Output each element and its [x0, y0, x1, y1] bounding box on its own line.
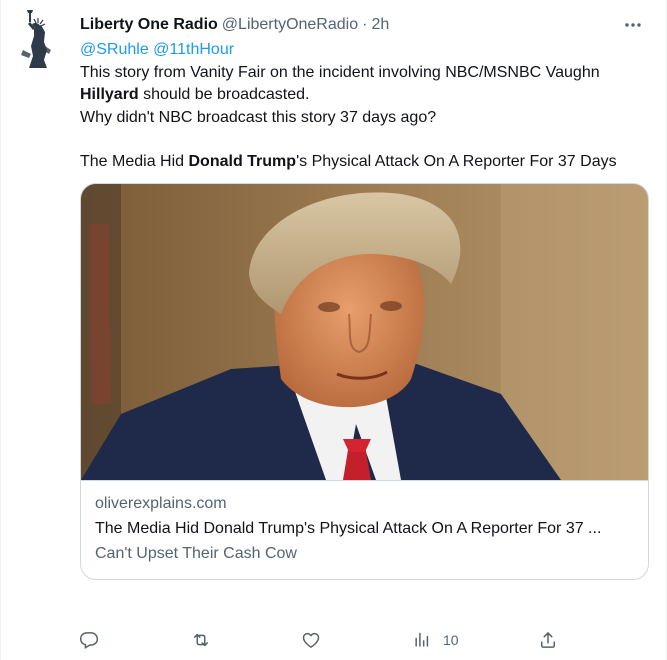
retweet-button[interactable]: [191, 626, 211, 654]
link-card[interactable]: oliverexplains.com The Media Hid Donald …: [80, 182, 649, 580]
retweet-icon: [194, 633, 208, 647]
tweet-line-4-pre: The Media Hid: [80, 153, 189, 170]
tweet-line-4: The Media Hid Donald Trump's Physical At…: [80, 151, 620, 174]
tweet-line-2-rest: should be broadcasted.: [138, 86, 310, 103]
link-card-domain: oliverexplains.com: [95, 494, 227, 512]
statue-of-liberty-logo: [21, 10, 51, 68]
views-button[interactable]: 10: [412, 626, 459, 654]
bold-donald-trump: Donald Trump: [188, 153, 297, 170]
separator-dot: ·: [362, 16, 368, 33]
tweet-line-1: This story from Vanity Fair on the incid…: [80, 63, 600, 81]
mention-sruhle[interactable]: @SRuhle: [80, 41, 149, 58]
tweet-line-4-post: 's Physical Attack On A Reporter For 37 …: [296, 153, 617, 170]
link-card-title: The Media Hid Donald Trump's Physical At…: [95, 519, 602, 537]
author-name[interactable]: Liberty One Radio: [80, 14, 218, 36]
tweet-content: Liberty One Radio @LibertyOneRadio · 2h …: [80, 14, 650, 580]
link-card-description: Can't Upset Their Cash Cow: [95, 544, 297, 562]
mentions-line: @SRuhle @11thHour: [80, 39, 650, 62]
more-horizontal-icon: [625, 23, 641, 27]
tweet-line-2: Hillyard should be broadcasted.: [80, 84, 650, 107]
views-icon: [415, 632, 429, 647]
reply-button[interactable]: [79, 626, 99, 654]
avatar[interactable]: [17, 10, 57, 70]
mention-11thhour[interactable]: @11thHour: [153, 41, 234, 58]
like-button[interactable]: [301, 626, 321, 654]
tweet-text: @SRuhle @11thHour This story from Vanity…: [80, 39, 650, 174]
reply-icon: [79, 632, 99, 649]
tweet-header: Liberty One Radio @LibertyOneRadio · 2h: [80, 14, 650, 36]
like-icon: [302, 632, 320, 648]
share-button[interactable]: [538, 626, 558, 654]
link-card-image: [81, 183, 648, 480]
share-icon: [541, 632, 555, 648]
action-bar: 10: [79, 626, 569, 654]
bold-hillyard: Hillyard: [80, 86, 139, 103]
tweet-line-3: Why didn't NBC broadcast this story 37 d…: [80, 108, 437, 126]
more-options-button[interactable]: [618, 10, 648, 40]
timestamp[interactable]: 2h: [371, 14, 389, 36]
views-count: 10: [443, 632, 459, 648]
link-card-body: oliverexplains.com The Media Hid Donald …: [81, 479, 648, 579]
author-handle[interactable]: @LibertyOneRadio: [222, 14, 358, 36]
